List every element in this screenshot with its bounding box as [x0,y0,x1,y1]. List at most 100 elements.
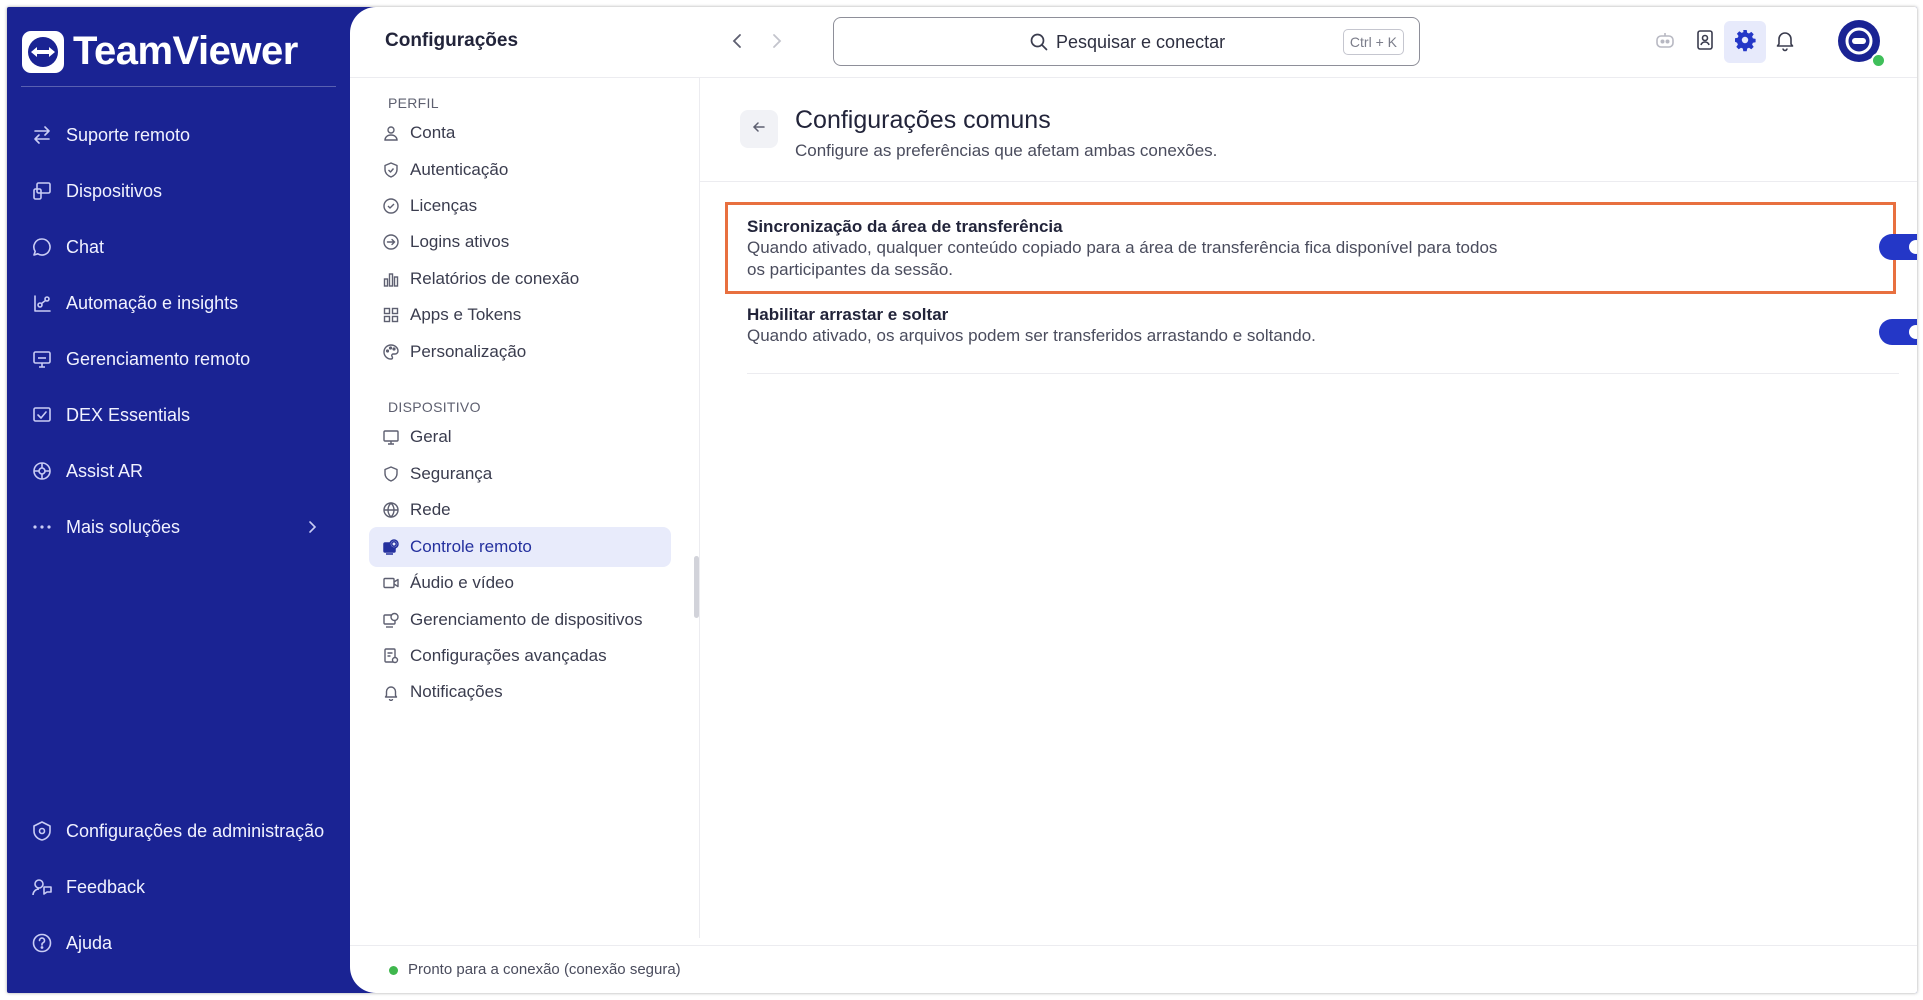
teamviewer-logo[interactable]: TeamViewer [22,29,298,74]
nav-item-label: Feedback [66,876,146,897]
nav-item-configuracoes-admin[interactable]: Configurações de administração [7,803,350,859]
settings-item-label: Configurações avançadas [410,646,607,665]
settings-item-geral[interactable]: Geral [369,417,671,457]
nav-item-label: Dispositivos [66,180,163,201]
setting-name: Habilitar arrastar e soltar [747,305,949,324]
dex-icon [30,403,54,427]
robot-icon [1653,28,1677,57]
settings-item-label: Controle remoto [410,537,532,556]
devices-icon [30,179,54,203]
content-back-button[interactable] [740,110,778,148]
admin-settings-icon [30,819,54,843]
settings-item-configuracoes-avancadas[interactable]: Configurações avançadas [369,636,671,676]
settings-item-label: Geral [410,427,452,446]
nav-item-label: Configurações de administração [66,820,325,841]
drag-and-drop-toggle[interactable] [1879,319,1917,345]
nav-item-label: Chat [66,236,105,257]
help-icon [30,931,54,955]
nav-item-assist-ar[interactable]: Assist AR [7,443,350,499]
settings-item-label: Logins ativos [410,232,510,251]
shield-icon [381,464,401,484]
search-shortcut-badge: Ctrl + K [1342,29,1404,55]
settings-item-label: Licenças [410,196,478,215]
primary-sidebar: TeamViewer Suporte remoto Dispositivos C… [7,7,350,993]
settings-item-relatorios[interactable]: Relatórios de conexão [369,259,671,299]
settings-item-label: Notificações [410,682,503,701]
advanced-settings-icon [381,646,401,666]
top-bar: Configurações Ctrl + K [350,7,1917,77]
settings-item-rede[interactable]: Rede [369,490,671,530]
search-icon [1029,32,1049,57]
globe-icon [381,500,401,520]
nav-item-feedback[interactable]: Feedback [7,859,350,915]
setting-description: Quando ativado, qualquer conteúdo copiad… [747,238,1498,279]
nav-item-gerenciamento-remoto[interactable]: Gerenciamento remoto [7,331,350,387]
search-box[interactable]: Ctrl + K [833,17,1420,66]
nav-item-suporte-remoto[interactable]: Suporte remoto [7,107,350,163]
setting-row-clipboard-sync: Sincronização da área de transferência Q… [747,202,1917,294]
clipboard-sync-toggle[interactable] [1879,234,1917,260]
content-header-divider [700,181,1917,182]
palette-icon [381,342,401,362]
login-arrow-icon [381,232,401,252]
search-input[interactable] [1056,30,1306,54]
row-divider [747,373,1899,374]
logo-text: TeamViewer [73,29,298,73]
user-icon [381,123,401,143]
settings-item-label: Gerenciamento de dispositivos [410,610,643,629]
forward-nav-button[interactable] [765,29,789,53]
nav-item-label: Mais soluções [66,516,181,537]
bell-icon [1773,28,1797,57]
nav-item-label: Suporte remoto [66,124,191,145]
settings-button[interactable] [1724,21,1766,63]
feedback-icon [30,875,54,899]
content-title: Configurações comuns [795,106,1051,134]
page-title: Configurações [385,30,519,51]
settings-item-notificacoes[interactable]: Notificações [369,672,671,712]
nav-item-automacao[interactable]: Automação e insights [7,275,350,331]
settings-item-logins-ativos[interactable]: Logins ativos [369,222,671,262]
settings-item-conta[interactable]: Conta [369,113,671,153]
settings-item-label: Autenticação [410,160,509,179]
apps-grid-icon [381,305,401,325]
monitor-icon [381,427,401,447]
settings-item-seguranca[interactable]: Segurança [369,454,671,494]
automation-icon [30,291,54,315]
section-label-dispositivo: DISPOSITIVO [388,399,481,415]
notifications-button[interactable] [1770,27,1800,57]
setting-name: Sincronização da área de transferência [747,217,1063,236]
nav-item-label: DEX Essentials [66,404,191,425]
arrows-swap-icon [30,123,54,147]
settings-item-audio-video[interactable]: Áudio e vídeo [369,563,671,603]
nav-item-label: Gerenciamento remoto [66,348,251,369]
robot-assistant-button[interactable] [1650,27,1680,57]
nav-item-dispositivos[interactable]: Dispositivos [7,163,350,219]
back-nav-button[interactable] [725,29,749,53]
remote-control-icon [381,537,401,557]
connection-status-dot [389,966,398,975]
app-window: TeamViewer Suporte remoto Dispositivos C… [7,7,1917,993]
primary-nav-bottom: Configurações de administração Feedback … [7,803,350,971]
nav-item-ajuda[interactable]: Ajuda [7,915,350,971]
settings-item-label: Conta [410,123,456,142]
settings-item-label: Personalização [410,342,527,361]
nav-item-dex-essentials[interactable]: DEX Essentials [7,387,350,443]
settings-item-licencas[interactable]: Licenças [369,186,671,226]
settings-nav-scrollbar[interactable] [694,556,699,618]
nav-item-label: Automação e insights [66,292,239,313]
section-label-perfil: PERFIL [388,95,439,111]
settings-item-controle-remoto[interactable]: Controle remoto [369,527,671,567]
setting-row-drag-and-drop: Habilitar arrastar e soltar Quando ativa… [747,296,1917,376]
settings-item-autenticacao[interactable]: Autenticação [369,150,671,190]
settings-item-personalizacao[interactable]: Personalização [369,332,671,372]
settings-item-gerenciamento-dispositivos[interactable]: Gerenciamento de dispositivos [369,600,671,640]
settings-item-label: Relatórios de conexão [410,269,580,288]
settings-item-apps-tokens[interactable]: Apps e Tokens [369,295,671,335]
contacts-button[interactable] [1690,27,1720,57]
settings-item-label: Rede [410,500,451,519]
nav-item-mais-solucoes[interactable]: Mais soluções [7,499,350,555]
assist-ar-icon [30,459,54,483]
nav-item-chat[interactable]: Chat [7,219,350,275]
nav-item-label: Assist AR [66,460,144,481]
more-dots-icon [30,515,54,539]
